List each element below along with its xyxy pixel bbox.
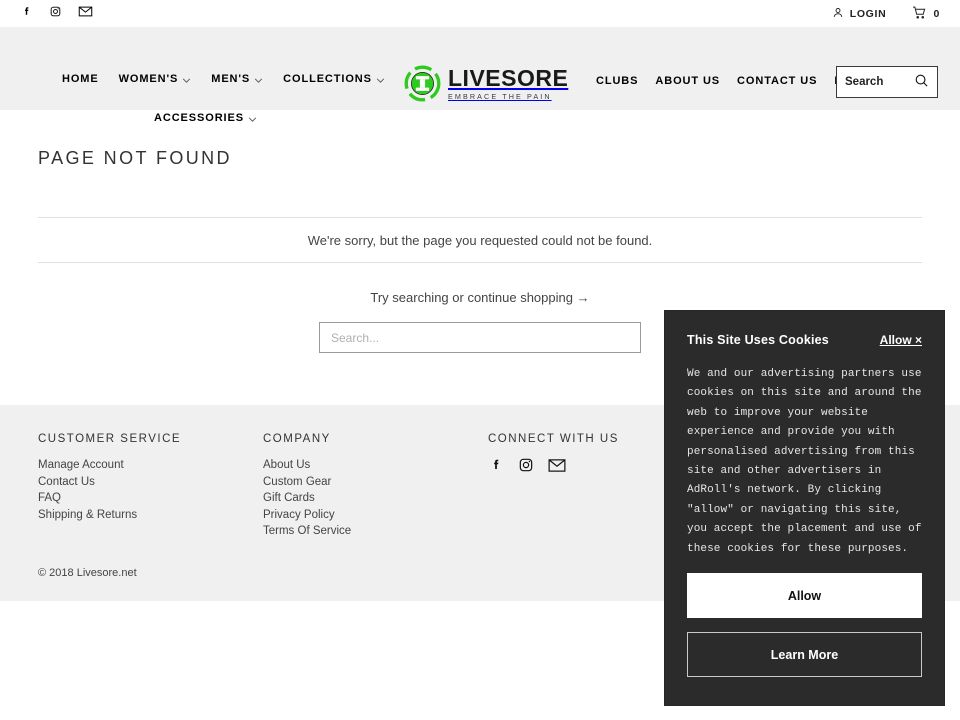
email-icon[interactable] — [78, 5, 93, 23]
nav-item-collections[interactable]: COLLECTIONS — [283, 73, 385, 85]
facebook-icon[interactable] — [20, 5, 33, 23]
footer-link-contact-us[interactable]: Contact Us — [38, 474, 263, 491]
footer-link-faq[interactable]: FAQ — [38, 490, 263, 507]
secondary-nav: ACCESSORIES — [154, 108, 257, 126]
copyright-prefix: © 2018 — [38, 566, 77, 579]
cart-count: 0 — [933, 7, 940, 20]
cookie-allow-button[interactable]: Allow — [687, 573, 922, 618]
user-icon — [832, 6, 844, 22]
email-icon[interactable] — [548, 458, 566, 478]
nav-item-accessories[interactable]: ACCESSORIES — [154, 112, 257, 124]
header-search[interactable] — [836, 66, 938, 98]
footer-link-privacy-policy[interactable]: Privacy Policy — [263, 507, 488, 524]
nav-label: WOMEN'S — [118, 73, 179, 85]
nav-item-clubs[interactable]: CLUBS — [596, 75, 638, 87]
footer-link-custom-gear[interactable]: Custom Gear — [263, 474, 488, 491]
header-search-input[interactable] — [845, 76, 914, 88]
nav-label: COLLECTIONS — [283, 73, 372, 85]
logo-tagline: EMBRACE THE PAIN — [448, 91, 552, 101]
nav-label: CLUBS — [596, 75, 639, 87]
nav-item-home[interactable]: HOME — [62, 73, 99, 85]
nav-item-womens[interactable]: WOMEN'S — [119, 73, 192, 85]
footer-heading: CUSTOMER SERVICE — [38, 433, 182, 445]
login-link[interactable]: LOGIN — [832, 6, 887, 22]
copyright-site-link[interactable]: Livesore.net — [77, 567, 137, 579]
cookie-allow-close-link[interactable]: Allow × — [880, 333, 922, 347]
main-search-input[interactable] — [319, 322, 641, 353]
site-header: HOME WOMEN'S MEN'S COLLECTIONS ACCESSORI… — [0, 27, 960, 124]
header-search-button[interactable] — [914, 73, 929, 91]
nav-label: MEN'S — [211, 73, 251, 85]
footer-link-terms-of-service[interactable]: Terms Of Service — [263, 523, 488, 540]
nav-item-about-us[interactable]: ABOUT US — [655, 75, 720, 87]
cookie-dialog-title: This Site Uses Cookies — [687, 333, 829, 347]
footer-link-about-us[interactable]: About Us — [263, 457, 488, 474]
topbar-account-area: LOGIN 0 — [832, 6, 940, 22]
nav-label: ABOUT US — [655, 75, 721, 87]
nav-label: ACCESSORIES — [154, 112, 244, 124]
not-found-message: We're sorry, but the page you requested … — [38, 218, 922, 263]
footer-link-shipping-returns[interactable]: Shipping & Returns — [38, 507, 263, 524]
livesore-emblem-icon — [404, 65, 441, 102]
continue-shopping-link[interactable]: Try searching or continue shopping → — [370, 290, 589, 305]
logo-text-block: LIVESORE EMBRACE THE PAIN — [448, 64, 569, 101]
nav-item-contact-us[interactable]: CONTACT US — [737, 75, 817, 87]
nav-item-mens[interactable]: MEN'S — [211, 73, 263, 85]
chevron-down-icon — [376, 78, 385, 83]
cookie-dialog-actions: Allow Learn More — [687, 573, 922, 677]
chevron-down-icon — [248, 117, 257, 122]
nav-label: CONTACT US — [737, 75, 818, 87]
footer-link-gift-cards[interactable]: Gift Cards — [263, 490, 488, 507]
instagram-icon[interactable] — [49, 5, 62, 23]
cart-icon — [912, 6, 927, 22]
copyright: © 2018 Livesore.net — [38, 567, 137, 579]
footer-column-company: COMPANY About Us Custom Gear Gift Cards … — [263, 433, 488, 540]
cookie-consent-dialog: This Site Uses Cookies Allow × We and ou… — [665, 311, 944, 705]
header-right-nav: CLUBS ABOUT US CONTACT US FAQ — [596, 75, 860, 87]
cookie-dialog-header: This Site Uses Cookies Allow × — [687, 333, 922, 347]
search-icon — [914, 73, 929, 91]
nav-label: HOME — [62, 73, 99, 85]
page-root: LOGIN 0 HOME WOMEN'S MEN'S COLLECTIONS A… — [0, 0, 960, 720]
cart-link[interactable]: 0 — [912, 6, 940, 22]
instagram-icon[interactable] — [518, 457, 534, 478]
login-label: LOGIN — [849, 7, 887, 20]
site-logo[interactable]: LIVESORE EMBRACE THE PAIN — [404, 65, 568, 102]
try-searching-text: Try searching or continue shopping → — [38, 290, 922, 305]
cookie-dialog-body: We and our advertising partners use cook… — [687, 368, 922, 555]
footer-link-manage-account[interactable]: Manage Account — [38, 457, 263, 474]
logo-wordmark: LIVESORE — [448, 64, 569, 91]
primary-nav: HOME WOMEN'S MEN'S COLLECTIONS — [62, 73, 385, 85]
facebook-icon[interactable] — [488, 457, 504, 478]
cookie-learn-more-button[interactable]: Learn More — [687, 632, 922, 677]
top-utility-bar: LOGIN 0 — [0, 0, 960, 27]
footer-heading: COMPANY — [263, 433, 331, 445]
chevron-down-icon — [182, 78, 191, 83]
footer-column-customer-service: CUSTOMER SERVICE Manage Account Contact … — [38, 433, 263, 540]
topbar-social-links — [20, 5, 93, 23]
chevron-down-icon — [254, 78, 263, 83]
